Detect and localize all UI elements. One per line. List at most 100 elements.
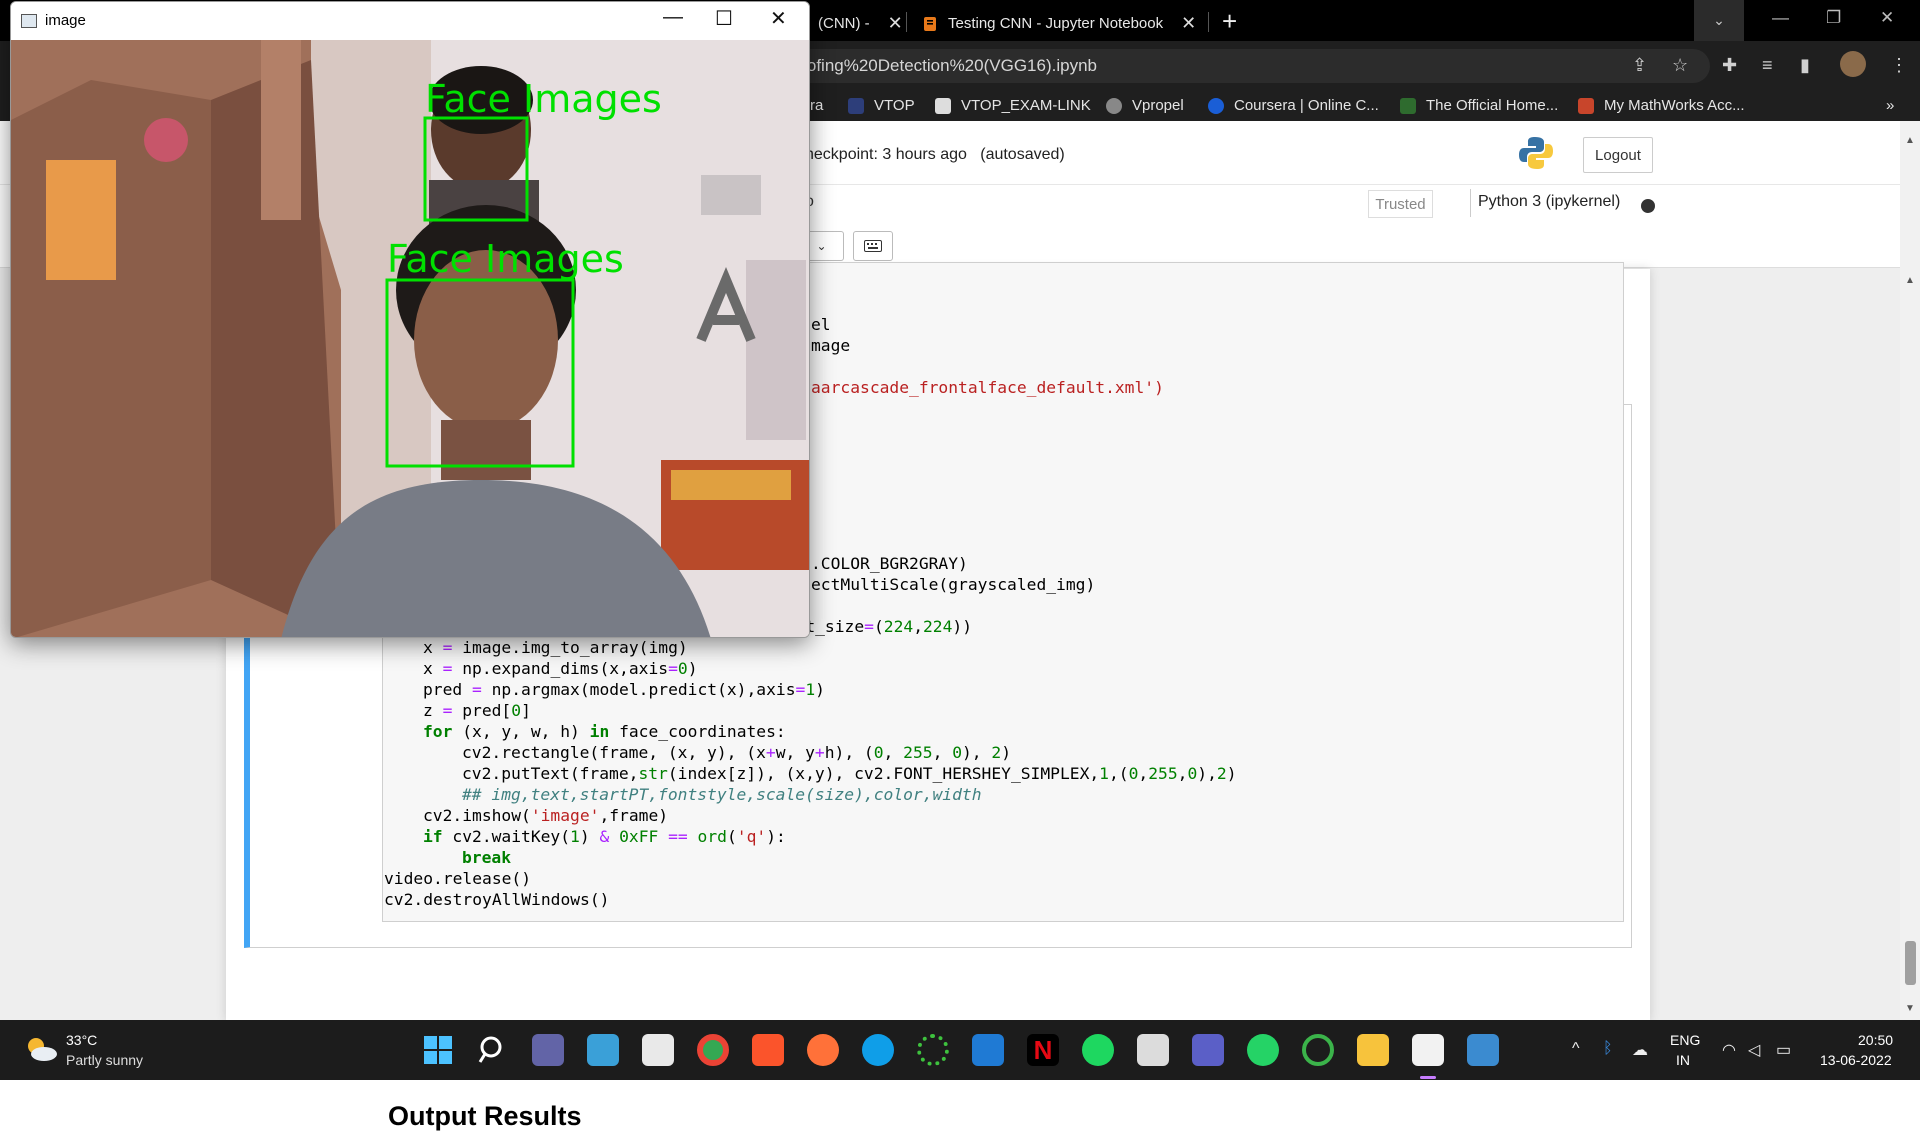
spotify-icon[interactable]: [1082, 1034, 1114, 1066]
firefox-icon[interactable]: [807, 1034, 839, 1066]
code-line: cv2.rectangle(frame, (x, y), (x+w, y+h),…: [462, 743, 1012, 762]
code-line: ectMultiScale(grayscaled_img): [811, 575, 1096, 594]
close-tab-icon[interactable]: ✕: [1181, 13, 1196, 34]
vtop-icon: [848, 97, 864, 114]
input-language[interactable]: ENG: [1670, 1032, 1700, 1048]
tab-search-chevron-icon[interactable]: ⌄: [1694, 0, 1744, 41]
onedrive-cloud-icon[interactable]: ☁: [1632, 1040, 1648, 1060]
code-line: cv2.destroyAllWindows(): [384, 890, 610, 909]
scrollbar-thumb[interactable]: [1905, 941, 1916, 985]
kernel-status-indicator: [1641, 199, 1655, 213]
chrome-icon[interactable]: [697, 1034, 729, 1066]
bookmark-item[interactable]: ra: [810, 97, 823, 114]
code-line: x = np.expand_dims(x,axis=0): [423, 659, 698, 678]
kernel-name[interactable]: Python 3 (ipykernel): [1478, 193, 1620, 211]
detection-label: Face Images: [387, 237, 624, 281]
loader-app-icon[interactable]: [917, 1034, 949, 1066]
page-scrollbar[interactable]: ▲ ▲ ▼: [1900, 121, 1920, 1021]
close-icon[interactable]: ✕: [770, 6, 787, 31]
code-line: aarcascade_frontalface_default.xml'): [811, 378, 1164, 397]
tab-cnn[interactable]: (CNN) - ✕: [818, 6, 903, 41]
code-line: pred = np.argmax(model.predict(x),axis=1…: [423, 680, 825, 699]
star-icon[interactable]: ☆: [1672, 55, 1688, 76]
kebab-menu-icon[interactable]: ⋮: [1890, 55, 1908, 76]
logout-button[interactable]: Logout: [1583, 137, 1653, 173]
keyboard-shortcuts-button[interactable]: [853, 231, 893, 261]
minimize-icon[interactable]: —: [663, 6, 683, 29]
code-line: break: [462, 848, 512, 867]
edge-icon[interactable]: [862, 1034, 894, 1066]
search-icon[interactable]: [477, 1034, 509, 1066]
maximize-icon[interactable]: ☐: [715, 6, 733, 31]
omnibox[interactable]: 0spoofing%20Detection%20(VGG16).ipynb: [760, 49, 1710, 83]
scroll-up-icon[interactable]: ▲: [1905, 135, 1915, 146]
bookmark-official-home[interactable]: The Official Home...: [1400, 97, 1558, 114]
bookmark-mathworks[interactable]: My MathWorks Acc...: [1578, 97, 1745, 114]
netflix-icon[interactable]: N: [1027, 1034, 1059, 1066]
side-panel-icon[interactable]: ▮: [1800, 55, 1810, 76]
scroll-up-icon[interactable]: ▲: [1905, 275, 1915, 286]
brave-icon[interactable]: [752, 1034, 784, 1066]
bookmark-coursera[interactable]: Coursera | Online C...: [1208, 97, 1379, 114]
trusted-badge[interactable]: Trusted: [1368, 190, 1433, 218]
store-icon[interactable]: [642, 1034, 674, 1066]
input-region[interactable]: IN: [1676, 1052, 1690, 1068]
clock-date[interactable]: 13-06-2022: [1820, 1052, 1892, 1068]
snipping-tool-icon[interactable]: [1137, 1034, 1169, 1066]
volume-icon[interactable]: ◁: [1748, 1040, 1760, 1060]
media-queue-icon[interactable]: ≡: [1762, 55, 1773, 76]
bookmark-vtop-exam[interactable]: VTOP_EXAM-LINK: [935, 97, 1091, 114]
coursera-icon: [1208, 97, 1224, 114]
extensions-puzzle-icon[interactable]: ✚: [1722, 55, 1737, 76]
divider: [1470, 189, 1471, 217]
output-results-heading: Output Results: [388, 1101, 582, 1131]
weather-description[interactable]: Partly sunny: [66, 1052, 143, 1068]
bluetooth-icon[interactable]: ᛒ: [1603, 1040, 1613, 1058]
share-icon[interactable]: ⇪: [1632, 55, 1647, 76]
wifi-icon[interactable]: ◠: [1722, 1040, 1736, 1060]
photos-icon[interactable]: [1467, 1034, 1499, 1066]
new-tab-plus-icon[interactable]: +: [1222, 6, 1237, 37]
bookmark-vpropel[interactable]: Vpropel: [1106, 97, 1184, 114]
notepad-icon[interactable]: [1412, 1034, 1444, 1066]
app-ring-icon[interactable]: [1302, 1034, 1334, 1066]
windows-taskbar: 33°C Partly sunny N ^ ᛒ ☁ ENG IN ◠ ◁ ▭ 2…: [0, 1020, 1920, 1080]
teams-chat-icon[interactable]: [532, 1034, 564, 1066]
jupyter-tab-icon: [924, 16, 936, 31]
mathworks-icon: [1578, 97, 1594, 114]
close-tab-icon[interactable]: ✕: [888, 13, 903, 34]
opencv-image-window[interactable]: image — ☐ ✕ Face Images Face Images: [10, 1, 810, 638]
profile-avatar[interactable]: [1840, 51, 1866, 77]
code-line: cv2.imshow('image',frame): [423, 806, 669, 825]
active-app-indicator: [1420, 1076, 1436, 1079]
scroll-down-icon[interactable]: ▼: [1905, 1003, 1915, 1014]
restore-icon[interactable]: ❐: [1826, 8, 1841, 28]
more-bookmarks-icon[interactable]: »: [1886, 97, 1894, 114]
vscode-icon[interactable]: [972, 1034, 1004, 1066]
tab-title: (CNN) -: [818, 15, 870, 32]
tab-separator: [906, 12, 907, 32]
checkpoint-status: heckpoint: 3 hours ago (autosaved): [805, 146, 1065, 163]
window-titlebar[interactable]: image — ☐ ✕: [11, 2, 809, 40]
close-window-icon[interactable]: ✕: [1880, 8, 1894, 28]
weather-temperature[interactable]: 33°C: [66, 1032, 97, 1048]
bookmark-vtop[interactable]: VTOP: [848, 97, 915, 114]
code-line: el: [811, 315, 831, 334]
tab-title: Testing CNN - Jupyter Notebook: [948, 15, 1164, 32]
tray-chevron-up-icon[interactable]: ^: [1572, 1040, 1580, 1058]
app-window-icon: [21, 14, 37, 28]
whatsapp-icon[interactable]: [1247, 1034, 1279, 1066]
code-line: .COLOR_BGR2GRAY): [811, 554, 968, 573]
teams-icon[interactable]: [1192, 1034, 1224, 1066]
desktop-icon[interactable]: [587, 1034, 619, 1066]
tab-separator: [1208, 12, 1209, 32]
file-explorer-icon[interactable]: [1357, 1034, 1389, 1066]
battery-icon[interactable]: ▭: [1776, 1040, 1791, 1060]
tab-jupyter[interactable]: Testing CNN - Jupyter Notebook ✕: [922, 6, 1196, 41]
code-line: video.release(): [384, 869, 532, 888]
start-windows-icon[interactable]: [422, 1034, 454, 1066]
clock-time[interactable]: 20:50: [1858, 1032, 1893, 1048]
partly-sunny-icon[interactable]: [24, 1036, 58, 1062]
url-text: 0spoofing%20Detection%20(VGG16).ipynb: [770, 56, 1097, 75]
minimize-icon[interactable]: —: [1772, 8, 1789, 28]
